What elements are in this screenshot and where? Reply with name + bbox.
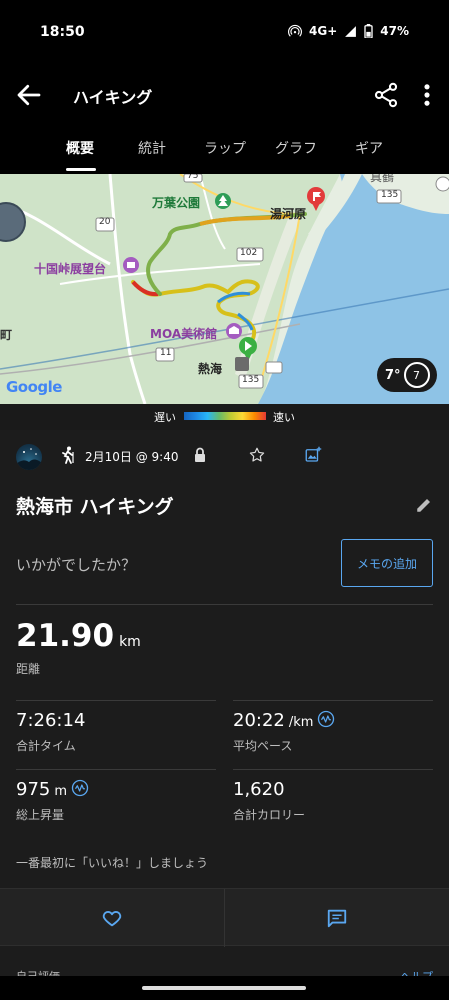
star-icon[interactable] bbox=[248, 446, 266, 464]
back-arrow-icon[interactable] bbox=[14, 80, 44, 110]
total-time-stat: 7:26:14 bbox=[16, 710, 85, 731]
road-number-135-top: 135 bbox=[381, 190, 399, 200]
google-logo: Google bbox=[6, 378, 62, 396]
share-icon[interactable] bbox=[372, 81, 400, 109]
distance-stat: 21.90 km bbox=[16, 618, 141, 654]
distance-unit: km bbox=[119, 634, 141, 650]
home-indicator[interactable] bbox=[142, 986, 306, 990]
page-title: ハイキング bbox=[73, 88, 153, 107]
ascent-label: 総上昇量 bbox=[16, 808, 65, 822]
pace-chart-icon[interactable] bbox=[317, 710, 335, 728]
add-memo-button[interactable]: メモの追加 bbox=[341, 539, 433, 587]
avg-pace-label: 平均ペース bbox=[233, 739, 293, 753]
wind-speed: 7 bbox=[403, 362, 430, 388]
road-number-102: 102 bbox=[240, 248, 258, 258]
avg-pace-unit: /km bbox=[288, 715, 314, 730]
weather-widget[interactable]: 7° 7 bbox=[377, 358, 437, 392]
like-heart-icon[interactable] bbox=[101, 907, 123, 929]
avg-pace-value: 20:22 bbox=[233, 710, 285, 731]
tab-bar: 概要 統計 ラップ グラフ ギア bbox=[0, 124, 449, 174]
route-map[interactable]: 万葉公園 湯河原 十国峠展望台 MOA美術館 熱海 町 真鶴 20 75 102… bbox=[0, 174, 449, 404]
map-label-town: 町 bbox=[0, 328, 13, 342]
map-label-yugawara: 湯河原 bbox=[270, 207, 307, 221]
divider bbox=[233, 700, 433, 701]
divider bbox=[16, 769, 216, 770]
map-label-manazuru: 真鶴 bbox=[370, 174, 395, 184]
legend-slow-label: 遅い bbox=[154, 411, 176, 424]
tab-overview[interactable]: 概要 bbox=[66, 138, 94, 158]
divider bbox=[16, 700, 216, 701]
divider bbox=[16, 604, 433, 605]
legend-gradient bbox=[184, 412, 266, 420]
more-vert-icon[interactable] bbox=[416, 81, 438, 109]
signal-icon bbox=[345, 25, 357, 37]
ascent-value: 975 bbox=[16, 779, 51, 800]
app-bar: ハイキング bbox=[0, 66, 449, 124]
total-time-value: 7:26:14 bbox=[16, 710, 86, 731]
calories-value: 1,620 bbox=[233, 779, 285, 800]
avg-pace-stat: 20:22 /km bbox=[233, 710, 313, 731]
meta-row: 2月10日 @ 9:40 bbox=[0, 430, 449, 482]
pace-legend: 遅い 速い bbox=[0, 404, 449, 430]
road-number-75: 75 bbox=[187, 174, 199, 181]
divider bbox=[233, 769, 433, 770]
tab-active-indicator bbox=[66, 168, 96, 171]
tab-laps[interactable]: ラップ bbox=[204, 138, 246, 158]
map-label-jukkoku: 十国峠展望台 bbox=[34, 262, 107, 276]
temperature: 7° bbox=[385, 367, 401, 383]
avatar[interactable] bbox=[16, 444, 42, 470]
ascent-stat: 975 m bbox=[16, 779, 67, 800]
status-icons: 4G+ 47% bbox=[288, 24, 409, 38]
tab-stats[interactable]: 統計 bbox=[138, 138, 166, 158]
tab-graph[interactable]: グラフ bbox=[275, 138, 317, 158]
distance-value: 21.90 bbox=[16, 618, 115, 654]
activity-date: 2月10日 @ 9:40 bbox=[85, 450, 179, 464]
battery-icon bbox=[364, 24, 373, 38]
status-time: 18:50 bbox=[40, 24, 85, 40]
calories-stat: 1,620 bbox=[233, 779, 285, 800]
status-bar: 18:50 4G+ 47% bbox=[0, 0, 449, 66]
map-label-manyo-park: 万葉公園 bbox=[152, 196, 201, 210]
calories-label: 合計カロリー bbox=[233, 808, 306, 822]
like-prompt: 一番最初に「いいね！」しましょう bbox=[16, 856, 209, 870]
network-type: 4G+ bbox=[309, 24, 338, 38]
feeling-prompt[interactable]: いかがでしたか？ bbox=[16, 554, 136, 575]
road-number-135-bottom: 135 bbox=[242, 375, 260, 385]
total-time-label: 合計タイム bbox=[16, 739, 76, 753]
map-label-moa: MOA美術館 bbox=[150, 327, 218, 341]
action-divider bbox=[224, 889, 225, 947]
social-actions bbox=[0, 888, 449, 947]
road-number-20: 20 bbox=[99, 217, 111, 227]
road-number-11: 11 bbox=[160, 348, 172, 358]
legend-fast-label: 速い bbox=[273, 411, 295, 424]
hotspot-icon bbox=[288, 24, 302, 37]
comment-icon[interactable] bbox=[326, 907, 348, 929]
elevation-chart-icon[interactable] bbox=[71, 779, 89, 797]
tab-gear[interactable]: ギア bbox=[355, 138, 383, 158]
activity-title: 熱海市 ハイキング bbox=[16, 496, 174, 518]
distance-label: 距離 bbox=[16, 662, 41, 676]
hiking-icon bbox=[62, 446, 74, 464]
lock-icon[interactable] bbox=[193, 447, 207, 463]
edit-pencil-icon[interactable] bbox=[415, 496, 433, 514]
map-label-atami: 熱海 bbox=[198, 362, 223, 376]
battery-level: 47% bbox=[380, 24, 409, 38]
activity-summary: 2月10日 @ 9:40 熱海市 ハイキング いかがでしたか？ メモの追加 21… bbox=[0, 430, 449, 1000]
add-photo-icon[interactable] bbox=[304, 446, 322, 464]
ascent-unit: m bbox=[54, 784, 68, 799]
